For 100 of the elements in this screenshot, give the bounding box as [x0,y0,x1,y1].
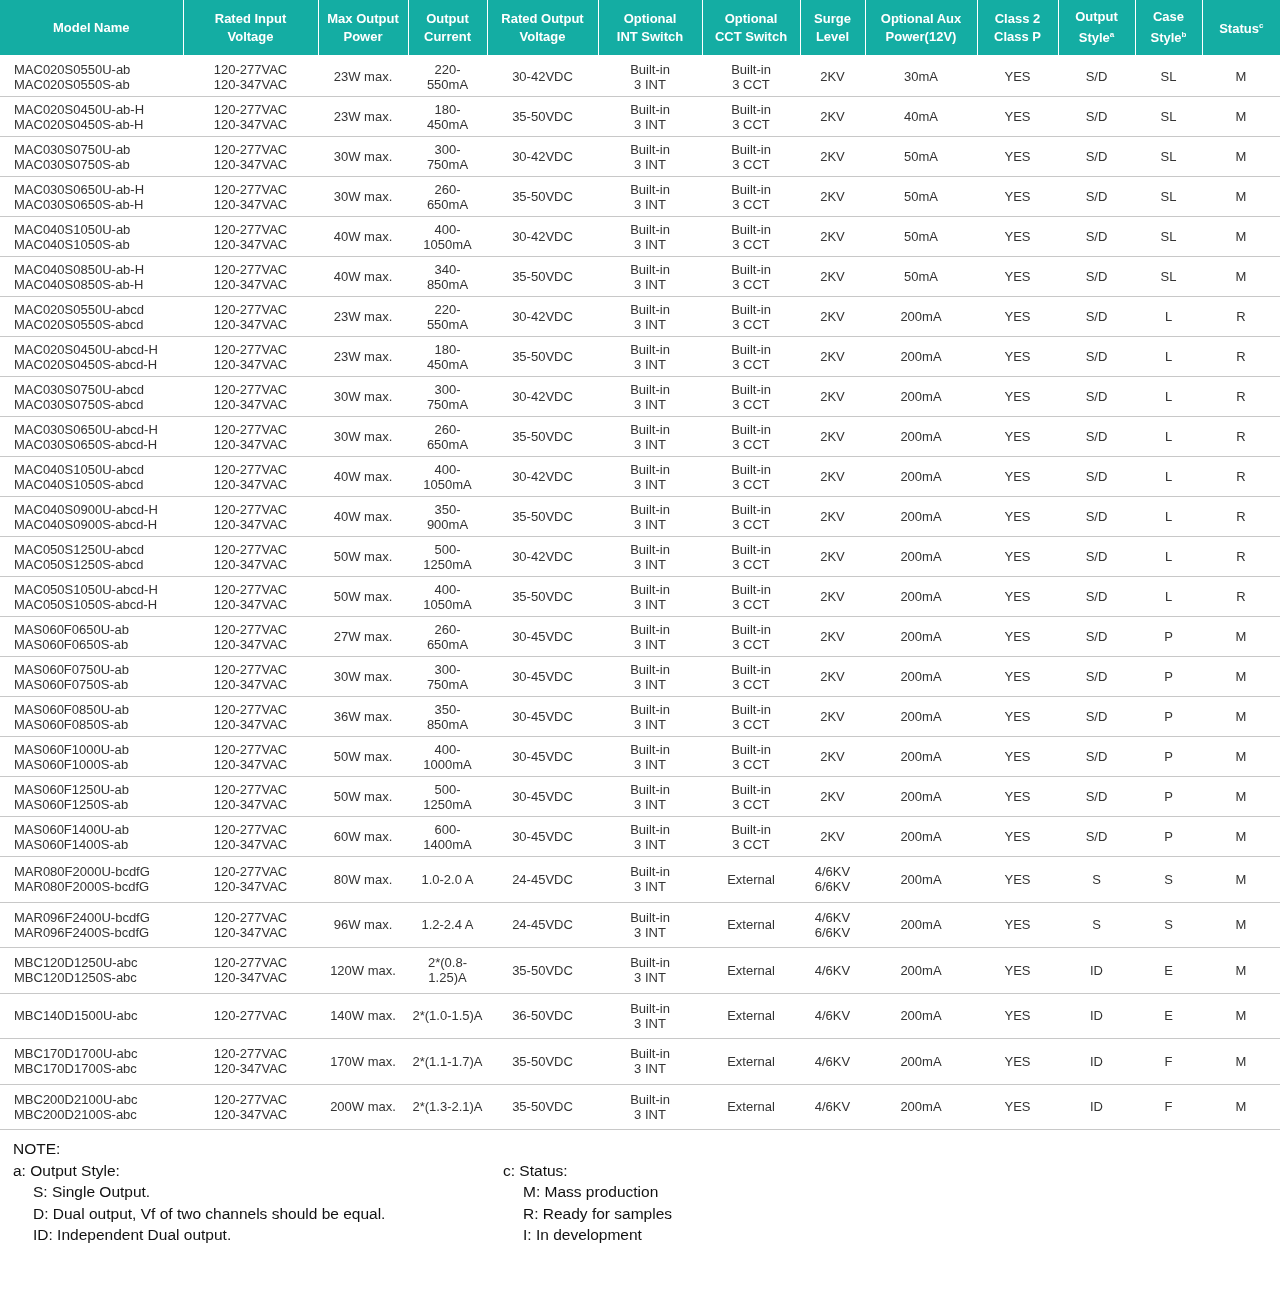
table-cell: S/D [1058,256,1135,297]
table-cell: Built-in 3 INT [598,656,702,697]
table-cell: 200mA [865,696,977,737]
table-cell: YES [977,736,1058,777]
table-cell: MBC120D1250U-abc MBC120D1250S-abc [0,947,183,993]
table-cell: 300- 750mA [408,376,487,417]
table-cell: MAC050S1250U-abcd MAC050S1250S-abcd [0,536,183,577]
table-cell: 2KV [800,256,865,297]
table-cell: 35-50VDC [487,496,598,537]
table-cell: 1.0-2.0 A [408,856,487,902]
table-cell: 120-277VAC 120-347VAC [183,136,318,177]
table-cell: 200mA [865,776,977,817]
table-cell: 30-42VDC [487,376,598,417]
table-cell: 30-42VDC [487,536,598,577]
table-cell: R [1202,536,1280,577]
table-cell: S/D [1058,776,1135,817]
table-cell: 350- 900mA [408,496,487,537]
table-cell: YES [977,656,1058,697]
table-cell: 30-45VDC [487,616,598,657]
table-cell: S/D [1058,216,1135,257]
table-cell: MAC030S0750U-ab MAC030S0750S-ab [0,136,183,177]
table-cell: M [1202,56,1280,97]
table-cell: L [1135,576,1202,617]
table-cell: 2*(1.3-2.1)A [408,1084,487,1130]
table-cell: 120W max. [318,947,408,993]
table-cell: 40W max. [318,456,408,497]
table-cell: 140W max. [318,993,408,1039]
table-cell: 40W max. [318,496,408,537]
table-cell: MBC170D1700U-abc MBC170D1700S-abc [0,1038,183,1084]
table-cell: 2KV [800,616,865,657]
table-cell: 30-45VDC [487,696,598,737]
table-cell: 1.2-2.4 A [408,902,487,948]
table-cell: M [1202,856,1280,902]
table-cell: MAC020S0550U-ab MAC020S0550S-ab [0,56,183,97]
table-cell: 300- 750mA [408,136,487,177]
table-cell: 50mA [865,176,977,217]
table-cell: Built-in 3 INT [598,216,702,257]
table-cell: 200mA [865,947,977,993]
table-cell: R [1202,456,1280,497]
table-cell: 30-45VDC [487,816,598,857]
table-cell: M [1202,776,1280,817]
table-cell: S [1058,902,1135,948]
table-cell: 50W max. [318,776,408,817]
table-cell: MAC030S0750U-abcd MAC030S0750S-abcd [0,376,183,417]
table-cell: YES [977,96,1058,137]
table-cell: 50mA [865,136,977,177]
note-item: D: Dual output, Vf of two channels should be equal. [33,1204,386,1222]
table-cell: 120-277VAC 120-347VAC [183,536,318,577]
table-cell: Built-in 3 CCT [702,736,800,777]
note-item: M: Mass production [523,1183,659,1200]
table-cell: R [1202,496,1280,537]
table-cell: 400- 1050mA [408,456,487,497]
table-cell: P [1135,616,1202,657]
note-heading: c: Status: [503,1161,568,1179]
table-cell: M [1202,736,1280,777]
table-cell: 4/6KV [800,1084,865,1130]
table-cell: 200mA [865,456,977,497]
table-cell: 170W max. [318,1038,408,1084]
table-cell: YES [977,256,1058,297]
table-cell: S/D [1058,176,1135,217]
table-cell: S/D [1058,736,1135,777]
table-cell: P [1135,736,1202,777]
table-cell: L [1135,496,1202,537]
table-cell: YES [977,856,1058,902]
table-cell: YES [977,496,1058,537]
table-cell: Built-in 3 INT [598,902,702,948]
table-cell: YES [977,376,1058,417]
table-cell: 30-42VDC [487,136,598,177]
table-cell: 600- 1400mA [408,816,487,857]
table-cell: 180- 450mA [408,96,487,137]
table-cell: Built-in 3 INT [598,1038,702,1084]
table-cell: YES [977,776,1058,817]
table-cell: 2*(1.1-1.7)A [408,1038,487,1084]
table-cell: Built-in 3 INT [598,96,702,137]
table-cell: Built-in 3 INT [598,56,702,97]
table-cell: Built-in 3 INT [598,136,702,177]
table-cell: SL [1135,136,1202,177]
table-cell: Built-in 3 CCT [702,776,800,817]
column-header: Output Current [408,0,487,56]
table-cell: YES [977,616,1058,657]
table-cell: S/D [1058,616,1135,657]
table-cell: 30-45VDC [487,656,598,697]
table-cell: YES [977,416,1058,457]
table-cell: S/D [1058,576,1135,617]
table-cell: 120-277VAC 120-347VAC [183,456,318,497]
table-cell: 35-50VDC [487,947,598,993]
table-cell: MAC040S1050U-ab MAC040S1050S-ab [0,216,183,257]
table-cell: S [1135,902,1202,948]
table-cell: M [1202,616,1280,657]
table-cell: 2KV [800,696,865,737]
table-cell: Built-in 3 CCT [702,256,800,297]
table-cell: External [702,947,800,993]
table-cell: 35-50VDC [487,416,598,457]
table-cell: Built-in 3 INT [598,416,702,457]
table-cell: 96W max. [318,902,408,948]
table-cell: ID [1058,993,1135,1039]
table-cell: SL [1135,176,1202,217]
table-cell: S/D [1058,536,1135,577]
table-cell: S [1058,856,1135,902]
table-cell: 36-50VDC [487,993,598,1039]
